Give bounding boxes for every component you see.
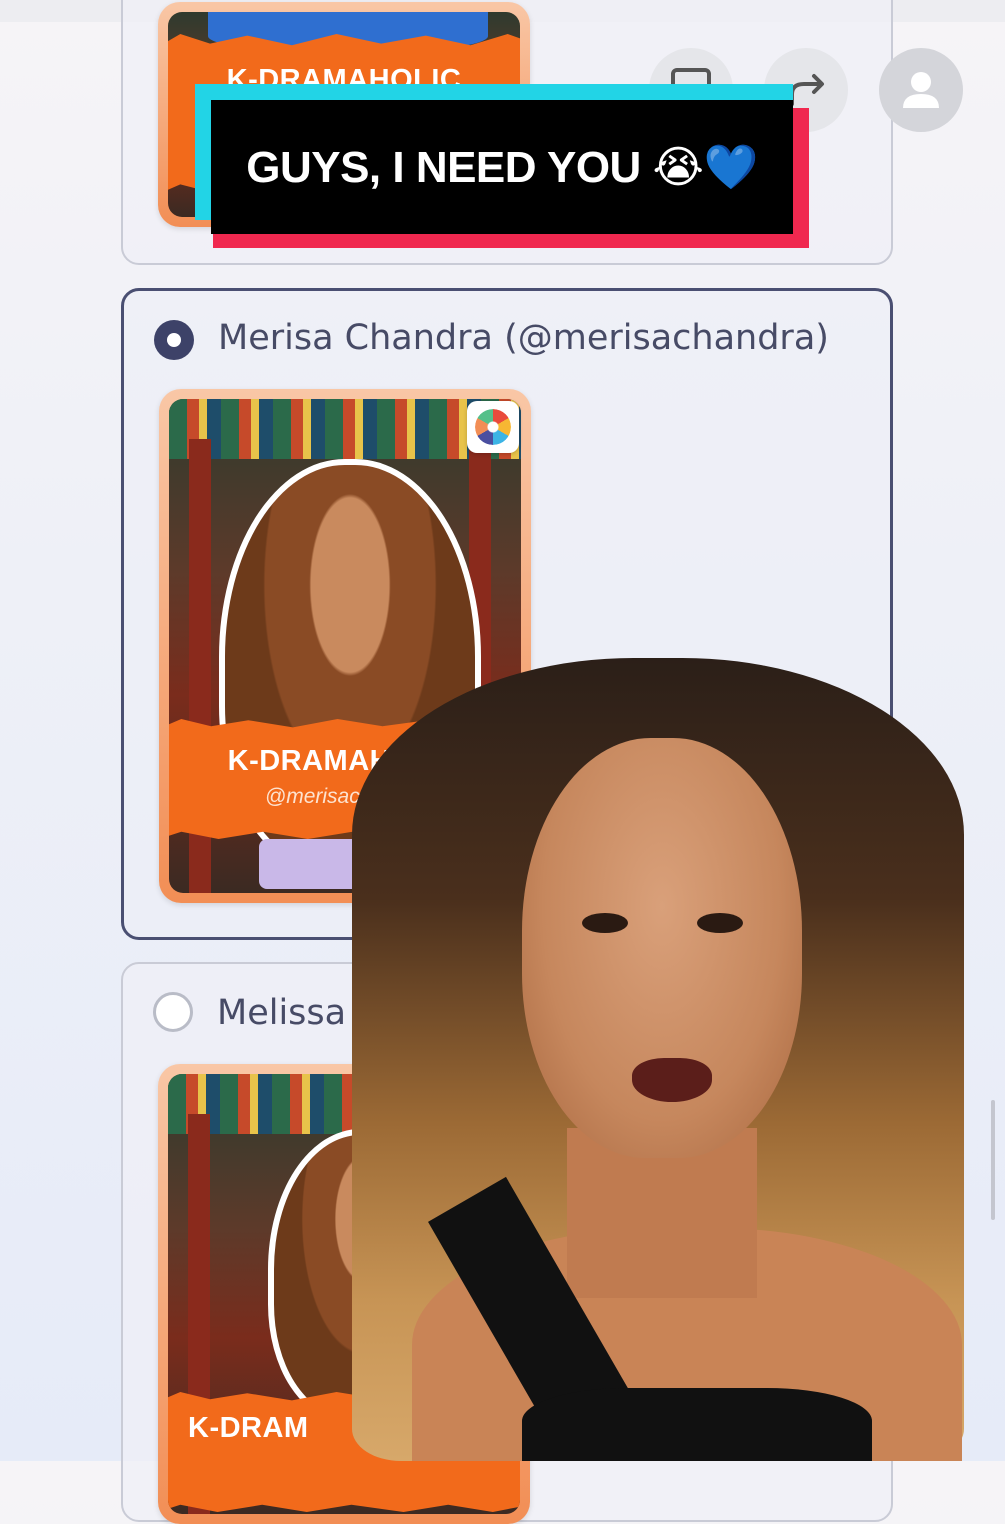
caption-box: GUYS, I NEED YOU 😭💙 — [211, 100, 793, 234]
presenter-top — [522, 1388, 872, 1461]
profile-button[interactable] — [879, 48, 963, 132]
presenter-eye — [582, 913, 628, 933]
radio-button-selected[interactable] — [154, 320, 194, 360]
radio-button[interactable] — [153, 992, 193, 1032]
brand-logo-badge — [467, 401, 519, 453]
candidate-name: Merisa Chandra (@merisachandra) — [218, 318, 829, 358]
presenter-mouth — [632, 1058, 712, 1102]
user-icon — [903, 72, 939, 108]
caption-overlay: GUYS, I NEED YOU 😭💙 — [195, 84, 809, 248]
scrollbar-thumb[interactable] — [991, 1100, 995, 1220]
pinwheel-logo-icon — [475, 409, 511, 445]
presenter-face — [522, 738, 802, 1158]
presenter-eye — [697, 913, 743, 933]
presenter-video-overlay — [352, 658, 964, 1461]
caption-text: GUYS, I NEED YOU 😭💙 — [246, 143, 758, 192]
